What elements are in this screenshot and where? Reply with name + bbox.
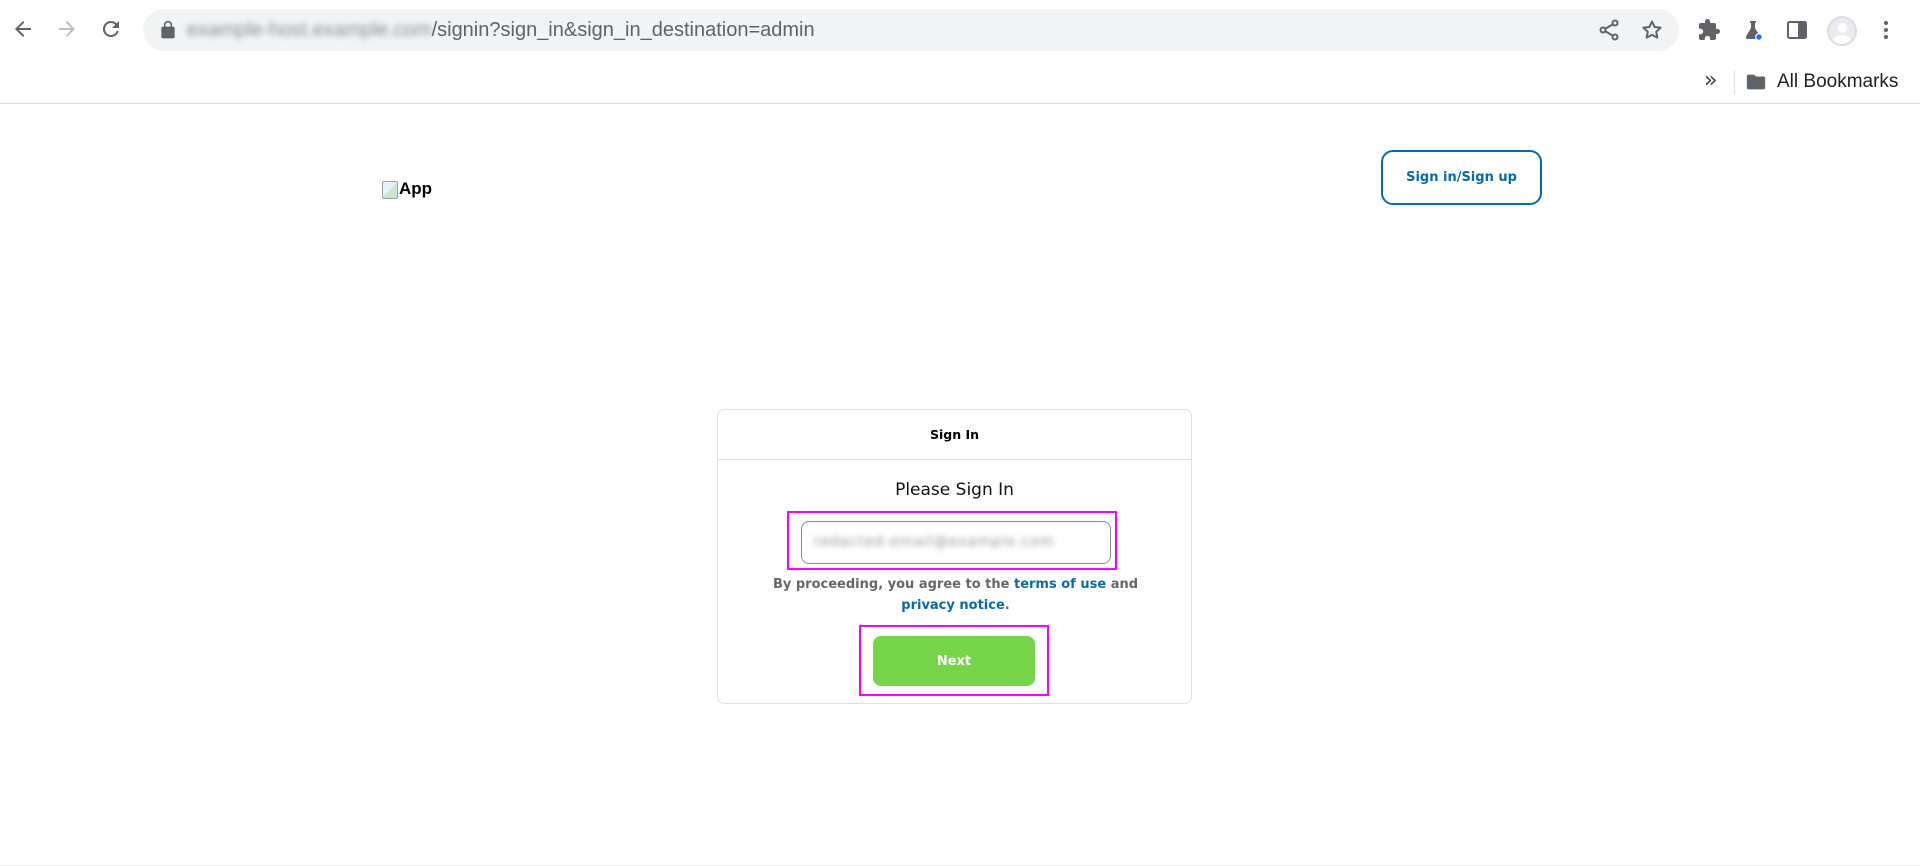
broken-image-icon xyxy=(382,181,398,199)
side-panel-icon xyxy=(1787,21,1807,39)
card-title: Please Sign In xyxy=(895,480,1014,500)
privacy-notice-link[interactable]: privacy notice xyxy=(901,598,1005,613)
reload-icon xyxy=(102,20,119,37)
browser-menu-button[interactable] xyxy=(1872,16,1900,44)
email-field[interactable]: redacted-email@example.com xyxy=(801,521,1111,564)
next-button[interactable]: Next xyxy=(873,636,1035,686)
forward-arrow-icon xyxy=(59,21,75,37)
share-icon xyxy=(1599,19,1619,41)
terms-prefix: By proceeding, you agree to the xyxy=(772,577,1014,592)
url-text[interactable]: example-host.example.com/signin?sign_in&… xyxy=(187,9,815,51)
lock-icon[interactable] xyxy=(158,20,178,40)
url-path: /signin?sign_in&sign_in_destination=admi… xyxy=(431,19,815,41)
reload-button[interactable] xyxy=(93,11,129,47)
bookmarks-separator xyxy=(1734,70,1735,94)
browser-toolbar: example-host.example.com/signin?sign_in&… xyxy=(0,0,1920,60)
sign-in-card: Sign In Please Sign In redacted-email@ex… xyxy=(717,409,1192,704)
card-header: Sign In xyxy=(718,410,1191,460)
avatar-head xyxy=(1838,23,1847,33)
bookmarks-bar: » All Bookmarks xyxy=(0,60,1920,104)
kebab-menu-icon xyxy=(1884,21,1888,39)
email-value: redacted-email@example.com xyxy=(814,534,1055,550)
puzzle-icon xyxy=(1699,19,1720,40)
share-button[interactable] xyxy=(1597,18,1621,42)
next-button-highlight: Next xyxy=(859,625,1049,696)
avatar-body xyxy=(1833,35,1852,44)
terms-and: and xyxy=(1106,577,1139,592)
back-arrow-icon xyxy=(15,21,31,37)
labs-button[interactable] xyxy=(1739,16,1767,44)
bookmarks-overflow-button[interactable]: » xyxy=(1704,68,1717,93)
folder-icon xyxy=(1746,74,1766,90)
forward-button[interactable] xyxy=(49,11,85,47)
terms-of-use-link[interactable]: terms of use xyxy=(1014,577,1106,592)
address-bar[interactable]: example-host.example.com/signin?sign_in&… xyxy=(143,9,1679,51)
back-button[interactable] xyxy=(5,11,41,47)
all-bookmarks-button[interactable]: All Bookmarks xyxy=(1745,66,1898,98)
email-input-highlight: redacted-email@example.com xyxy=(787,511,1117,570)
url-host: example-host.example.com xyxy=(187,19,432,41)
extensions-button[interactable] xyxy=(1695,16,1723,44)
app-logo[interactable]: App xyxy=(382,179,432,199)
sign-in-sign-up-button[interactable]: Sign in/Sign up xyxy=(1381,150,1542,205)
bookmark-star-button[interactable] xyxy=(1640,18,1664,42)
star-icon xyxy=(1642,20,1662,39)
side-panel-button[interactable] xyxy=(1783,16,1811,44)
all-bookmarks-label: All Bookmarks xyxy=(1777,71,1899,92)
profile-avatar[interactable] xyxy=(1827,16,1857,46)
terms-suffix: . xyxy=(1004,598,1010,613)
logo-alt-text: App xyxy=(399,179,433,198)
flask-icon xyxy=(1745,21,1763,41)
terms-notice: By proceeding, you agree to the terms of… xyxy=(748,574,1163,616)
page-content: App Sign in/Sign up Sign In Please Sign … xyxy=(0,105,1920,866)
